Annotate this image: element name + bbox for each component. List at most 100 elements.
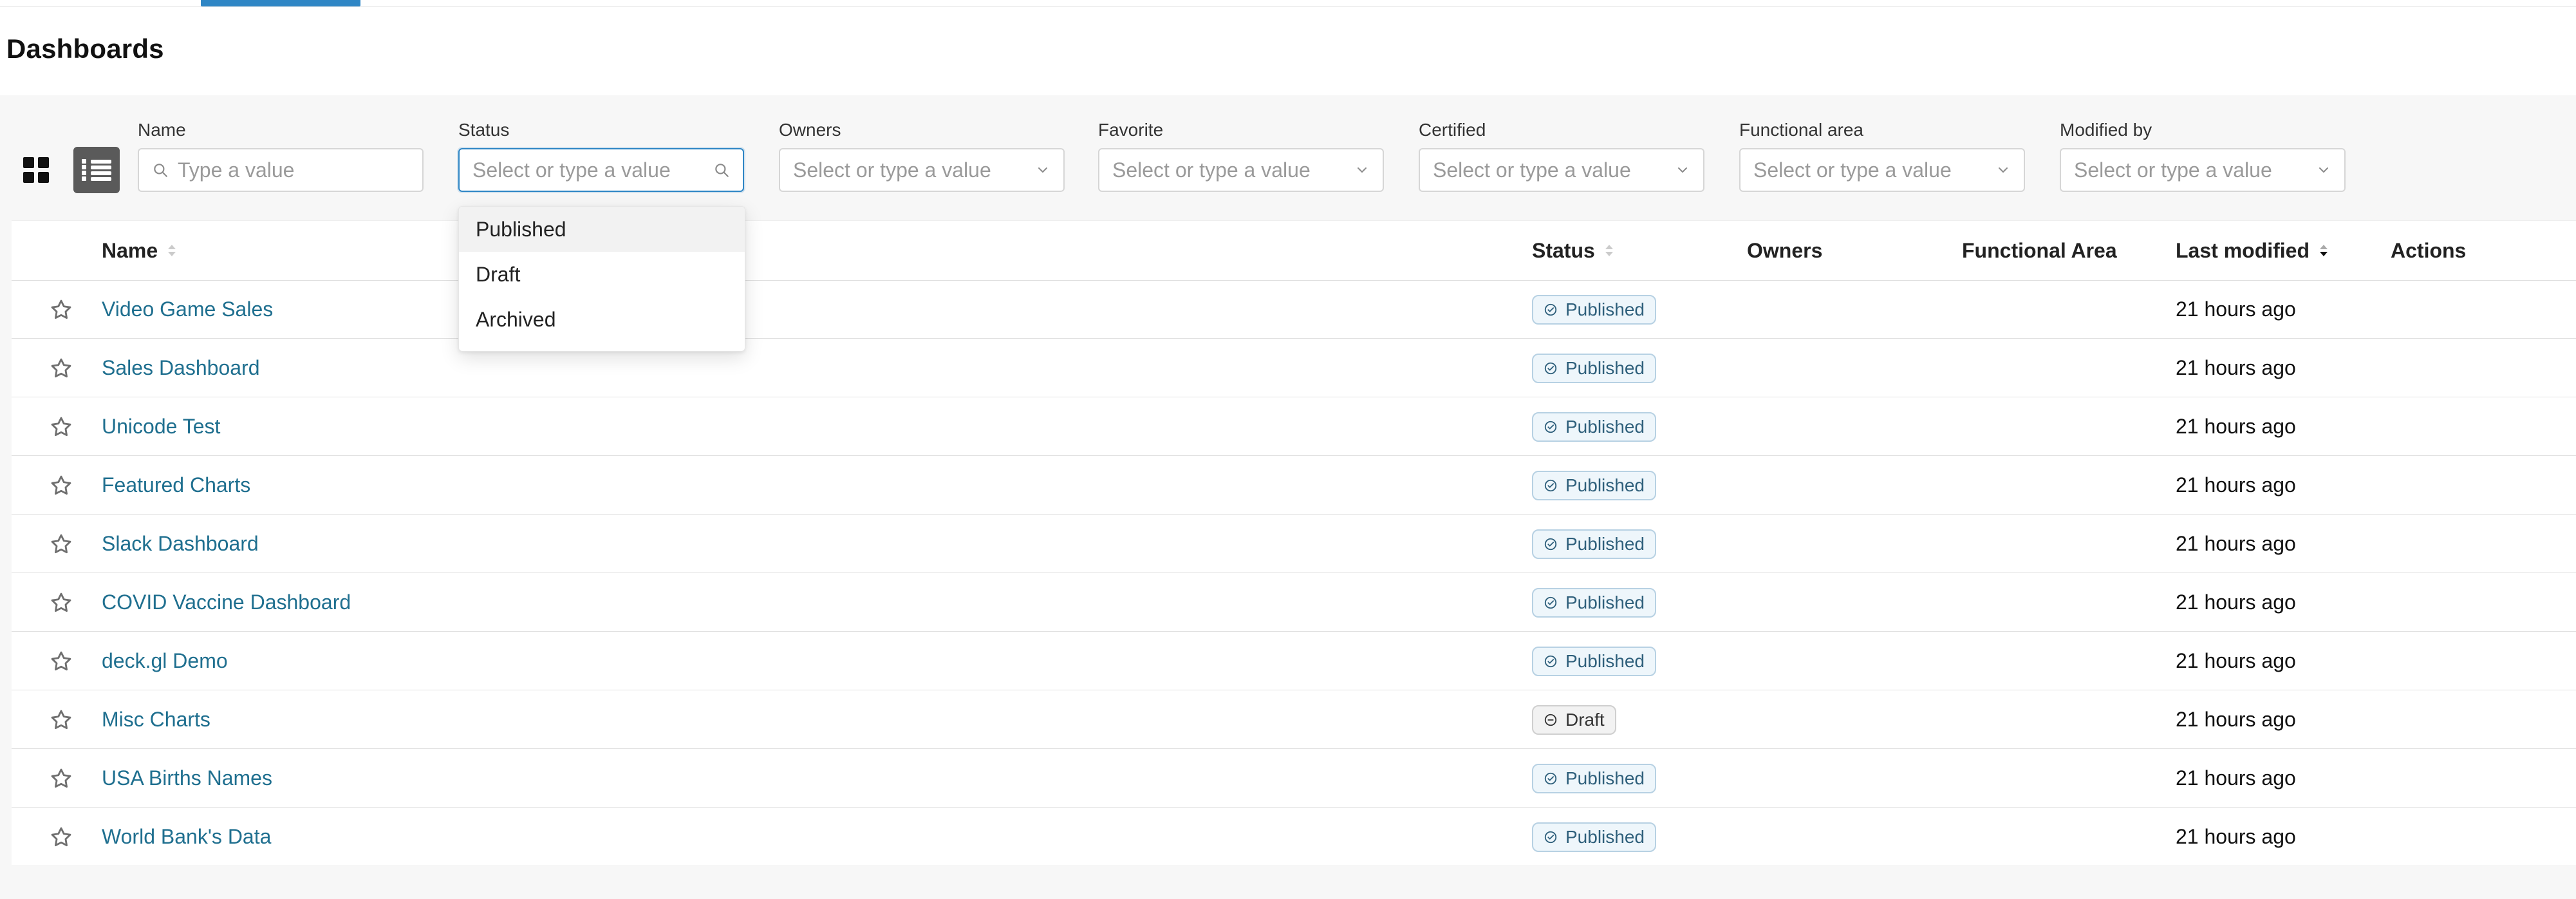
last-modified-cell: 21 hours ago bbox=[2176, 708, 2296, 731]
dashboard-link[interactable]: COVID Vaccine Dashboard bbox=[102, 591, 351, 614]
certified-filter-select[interactable]: Select or type a value bbox=[1419, 148, 1704, 192]
status-option-draft[interactable]: Draft bbox=[459, 252, 745, 297]
functional-area-filter-select[interactable]: Select or type a value bbox=[1739, 148, 2025, 192]
check-circle-icon bbox=[1544, 479, 1557, 491]
check-circle-icon bbox=[1544, 538, 1557, 550]
header-last-modified[interactable]: Last modified bbox=[2176, 221, 2328, 280]
favorite-star-button[interactable] bbox=[49, 397, 73, 456]
last-modified-cell: 21 hours ago bbox=[2176, 356, 2296, 379]
modified-by-filter-select[interactable]: Select or type a value bbox=[2060, 148, 2346, 192]
favorite-filter-placeholder: Select or type a value bbox=[1112, 158, 1311, 182]
dashboard-link[interactable]: Slack Dashboard bbox=[102, 532, 259, 556]
grid-view-button[interactable] bbox=[13, 147, 59, 193]
header-owners-label: Owners bbox=[1747, 238, 1823, 262]
status-cell: Published bbox=[1532, 339, 1656, 397]
chevron-down-icon bbox=[1995, 162, 2011, 178]
status-option-archived[interactable]: Archived bbox=[459, 297, 745, 342]
filters-bar: Name Type a value Status Select or type … bbox=[0, 95, 2576, 218]
status-dropdown: Published Draft Archived bbox=[458, 206, 745, 352]
check-circle-icon bbox=[1544, 596, 1557, 609]
favorite-star-button[interactable] bbox=[49, 690, 73, 749]
status-filter-select[interactable]: Select or type a value bbox=[458, 148, 744, 192]
dashboard-link[interactable]: Featured Charts bbox=[102, 473, 250, 497]
status-cell: Published bbox=[1532, 280, 1656, 339]
dashboard-link[interactable]: deck.gl Demo bbox=[102, 649, 228, 673]
table-row: Video Game Sales Published 21 hours ago bbox=[12, 280, 2576, 339]
chevron-down-icon bbox=[1675, 162, 1690, 178]
status-cell: Published bbox=[1532, 749, 1656, 808]
table-row: COVID Vaccine Dashboard Published 21 hou… bbox=[12, 573, 2576, 632]
name-filter-input[interactable]: Type a value bbox=[138, 148, 424, 192]
favorite-filter-select[interactable]: Select or type a value bbox=[1098, 148, 1384, 192]
owners-filter-select[interactable]: Select or type a value bbox=[779, 148, 1065, 192]
dashboard-link[interactable]: USA Births Names bbox=[102, 766, 272, 790]
favorite-star-button[interactable] bbox=[49, 808, 73, 866]
dashboard-name-cell: Misc Charts bbox=[102, 690, 210, 749]
filter-certified: Certified Select or type a value bbox=[1419, 121, 1704, 192]
minus-circle-icon bbox=[1544, 714, 1557, 726]
header-name[interactable]: Name bbox=[102, 221, 176, 280]
status-cell: Published bbox=[1532, 573, 1656, 632]
favorite-star-button[interactable] bbox=[49, 573, 73, 632]
star-icon bbox=[51, 417, 71, 436]
header-status-label: Status bbox=[1532, 238, 1595, 262]
filter-modified-by-label: Modified by bbox=[2060, 120, 2152, 140]
favorite-star-button[interactable] bbox=[49, 456, 73, 515]
filter-certified-label: Certified bbox=[1419, 120, 1486, 140]
header-actions-label: Actions bbox=[2391, 238, 2467, 262]
favorite-star-button[interactable] bbox=[49, 339, 73, 397]
name-filter-placeholder: Type a value bbox=[178, 158, 295, 182]
modified-by-filter-placeholder: Select or type a value bbox=[2074, 158, 2272, 182]
page-header: Dashboards bbox=[0, 0, 2576, 96]
active-tab-indicator bbox=[201, 0, 360, 6]
filter-name: Name Type a value bbox=[138, 121, 424, 192]
favorite-star-button[interactable] bbox=[49, 632, 73, 690]
header-last-modified-label: Last modified bbox=[2176, 238, 2310, 262]
filter-favorite: Favorite Select or type a value bbox=[1098, 121, 1384, 192]
status-badge-label: Published bbox=[1565, 592, 1645, 612]
dashboard-name-cell: USA Births Names bbox=[102, 749, 272, 808]
star-icon bbox=[51, 710, 71, 729]
star-icon bbox=[51, 592, 71, 612]
status-filter-placeholder: Select or type a value bbox=[472, 158, 671, 182]
star-icon bbox=[51, 534, 71, 553]
favorite-star-button[interactable] bbox=[49, 749, 73, 808]
dashboard-name-cell: Video Game Sales bbox=[102, 280, 273, 339]
check-circle-icon bbox=[1544, 655, 1557, 667]
dashboard-name-cell: Sales Dashboard bbox=[102, 339, 259, 397]
header-status[interactable]: Status bbox=[1532, 221, 1613, 280]
list-view-button[interactable] bbox=[73, 147, 120, 193]
status-cell: Published bbox=[1532, 456, 1656, 515]
dashboard-link[interactable]: World Bank's Data bbox=[102, 825, 271, 849]
status-cell: Published bbox=[1532, 397, 1656, 456]
table-header: Name Status Owners Functional Area Last … bbox=[12, 221, 2576, 281]
filter-name-label: Name bbox=[138, 120, 186, 140]
star-icon bbox=[51, 299, 71, 319]
functional-area-filter-placeholder: Select or type a value bbox=[1753, 158, 1952, 182]
sort-desc-icon bbox=[2320, 245, 2328, 256]
dashboard-link[interactable]: Unicode Test bbox=[102, 415, 220, 439]
dashboard-link[interactable]: Misc Charts bbox=[102, 708, 210, 732]
last-modified-cell: 21 hours ago bbox=[2176, 825, 2296, 848]
table-row: Featured Charts Published 21 hours ago bbox=[12, 456, 2576, 515]
filter-status: Status Select or type a value bbox=[458, 121, 744, 192]
status-badge: Published bbox=[1532, 294, 1656, 325]
chevron-down-icon bbox=[1035, 162, 1050, 178]
favorite-star-button[interactable] bbox=[49, 280, 73, 339]
status-badge-label: Published bbox=[1565, 357, 1645, 378]
dashboard-link[interactable]: Video Game Sales bbox=[102, 298, 273, 321]
status-badge-label: Published bbox=[1565, 826, 1645, 847]
filter-status-label: Status bbox=[458, 120, 510, 140]
table-row: World Bank's Data Published 21 hours ago bbox=[12, 808, 2576, 866]
search-icon bbox=[713, 162, 730, 178]
dashboard-name-cell: COVID Vaccine Dashboard bbox=[102, 573, 351, 632]
table-row: deck.gl Demo Published 21 hours ago bbox=[12, 632, 2576, 690]
dashboard-link[interactable]: Sales Dashboard bbox=[102, 356, 259, 380]
sort-icon bbox=[168, 245, 176, 256]
dashboard-name-cell: Featured Charts bbox=[102, 456, 250, 515]
status-option-published[interactable]: Published bbox=[459, 207, 745, 252]
status-badge-label: Draft bbox=[1565, 709, 1605, 730]
favorite-star-button[interactable] bbox=[49, 515, 73, 573]
filter-functional-area: Functional area Select or type a value bbox=[1739, 121, 2025, 192]
last-modified-cell: 21 hours ago bbox=[2176, 415, 2296, 438]
